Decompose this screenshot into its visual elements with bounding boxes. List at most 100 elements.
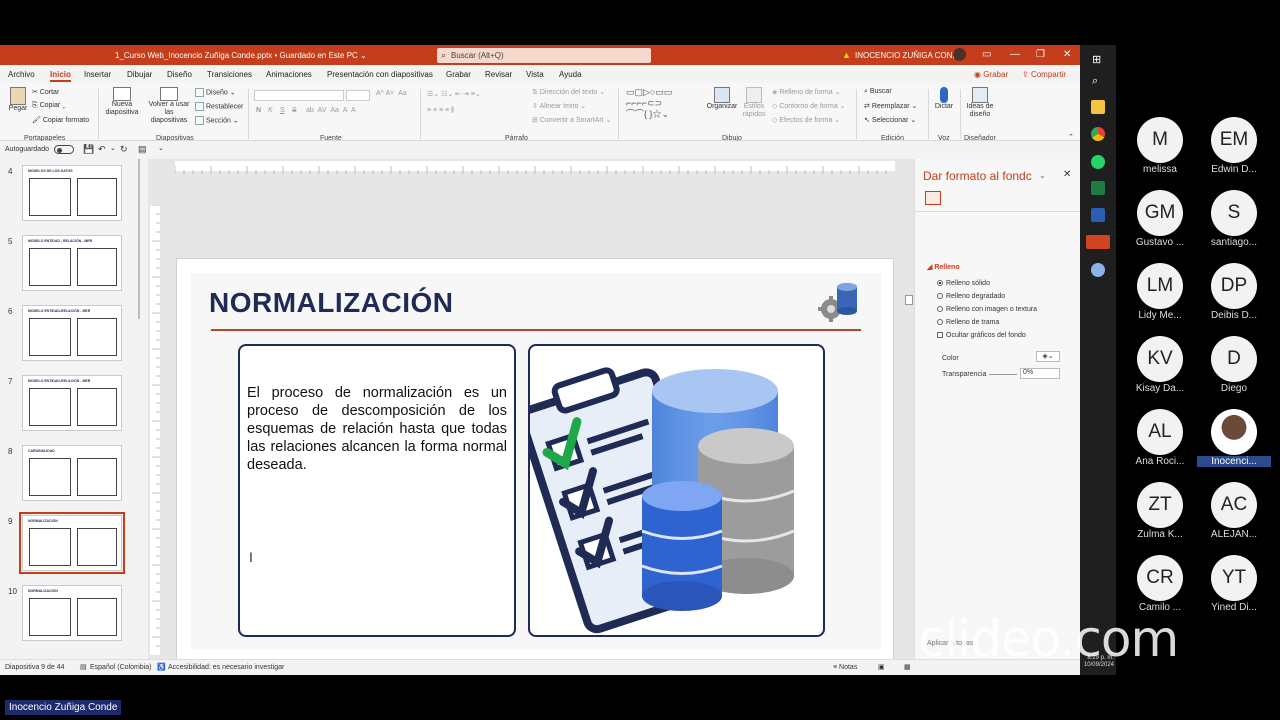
tab-insertar[interactable]: Insertar — [84, 70, 111, 79]
powerpoint-icon[interactable] — [1086, 235, 1110, 249]
font-name-combo[interactable] — [254, 90, 344, 101]
design-ideas-button[interactable]: Ideas de diseño — [964, 87, 996, 119]
list-buttons[interactable]: ☰⌄ ☷⌄ ⇤ ⇥ ≡⌄ — [427, 90, 481, 98]
spellcheck-icon[interactable]: ▤ — [80, 663, 87, 671]
participant-tile[interactable]: EM Edwin D... — [1197, 117, 1271, 175]
participant-tile[interactable]: Ssantiago... — [1197, 190, 1271, 248]
tab-vista[interactable]: Vista — [526, 70, 544, 79]
font-more-buttons[interactable]: ab AV Aa A A — [306, 107, 356, 114]
paste-button[interactable]: Pegar — [8, 87, 28, 112]
close-icon[interactable]: ✕ — [1063, 49, 1071, 60]
tab-transiciones[interactable]: Transiciones — [207, 70, 252, 79]
smartart-button[interactable]: ⊞ Convertir a SmartArt ⌄ — [532, 116, 611, 124]
user-avatar[interactable] — [953, 48, 966, 61]
body-text-box[interactable]: El proceso de normalización es un proces… — [238, 344, 516, 637]
accessibility-status[interactable]: Accesibilidad: es necesario investigar — [168, 664, 284, 671]
save-icon[interactable]: 💾 — [83, 144, 94, 155]
sorter-view-icon[interactable]: ▦ — [904, 663, 911, 671]
search-box[interactable]: ⌕ Buscar (Alt+Q) — [437, 48, 651, 63]
text-direction-button[interactable]: ⇅ Dirección del texto ⌄ — [532, 88, 605, 96]
participant-tile[interactable]: CR Camilo ... — [1123, 555, 1197, 613]
body-text[interactable]: El proceso de normalización es un proces… — [247, 384, 507, 474]
picture-fill-option[interactable]: Relleno con imagen o textura — [937, 306, 1037, 313]
font-size-combo[interactable] — [346, 90, 370, 101]
illustration-box[interactable] — [528, 344, 825, 637]
chrome-icon[interactable] — [1091, 127, 1105, 141]
pattern-fill-option[interactable]: Relleno de trama — [937, 319, 999, 326]
tab-revisar[interactable]: Revisar — [485, 70, 512, 79]
record-button[interactable]: ◉ Grabar — [974, 70, 1008, 79]
windows-start-icon[interactable]: ⊞ — [1092, 53, 1101, 66]
pane-close-icon[interactable]: ✕ — [1063, 169, 1071, 180]
collapse-ribbon-icon[interactable]: ⌃ — [1068, 133, 1074, 141]
pane-options-icon[interactable]: ⌄ — [1039, 171, 1046, 180]
tab-ayuda[interactable]: Ayuda — [559, 70, 582, 79]
search-icon[interactable]: ⌕ — [1092, 75, 1098, 88]
redo-icon[interactable]: ↻ — [120, 144, 128, 155]
align-text-button[interactable]: ⇳ Alinear texto ⌄ — [532, 102, 586, 110]
user-name[interactable]: INOCENCIO ZUÑIGA CONDE — [855, 51, 963, 60]
slide-title[interactable]: NORMALIZACIÓN — [209, 287, 453, 319]
quick-styles-button[interactable]: Estilos rápidos — [740, 87, 768, 119]
fill-bucket-icon[interactable] — [925, 191, 941, 205]
slide-thumbnail[interactable]: MODELOS DE LOS DATOS — [22, 165, 122, 221]
slide-canvas[interactable]: NORMALIZACIÓN El proceso de normalizació… — [176, 258, 894, 662]
undo-dropdown-icon[interactable]: ⌄ — [110, 144, 116, 152]
shape-outline-button[interactable]: ◇ Contorno de forma ⌄ — [772, 102, 846, 110]
transparency-input[interactable]: 0% — [1020, 368, 1060, 379]
section-button[interactable]: Sección ⌄ — [195, 116, 239, 125]
format-painter-button[interactable]: 🖌 Copiar formato — [32, 116, 89, 124]
warning-icon[interactable]: ▲ — [842, 50, 851, 60]
layout-button[interactable]: Diseño ⌄ — [195, 88, 236, 97]
copy-button[interactable]: ⎘ Copiar ⌄ — [32, 102, 65, 110]
font-size-buttons[interactable]: A^ A˅ Aa — [376, 90, 407, 97]
transparency-slider[interactable] — [989, 374, 1017, 375]
fill-section-header[interactable]: ◢ Relleno — [927, 263, 960, 271]
slide-thumbnail[interactable]: MODELO ENTIDAD-RELACIÓN - MER — [22, 305, 122, 361]
hide-graphics-checkbox[interactable]: Ocultar gráficos del fondo — [937, 332, 1026, 339]
underline-button[interactable]: S — [280, 107, 285, 114]
solid-fill-option[interactable]: Relleno sólido — [937, 280, 990, 287]
minimize-icon[interactable]: — — [1010, 49, 1020, 60]
participant-tile[interactable]: KV Kisay Da... — [1123, 336, 1197, 394]
shapes-gallery[interactable]: ▭▢▷○▭▭ ⌐⌐⌐⌐⊂⊃ ⌒⌒{ }☆⌄ — [626, 87, 702, 120]
participant-tile[interactable]: GM Gustavo ... — [1123, 190, 1197, 248]
accessibility-icon[interactable]: ♿ — [157, 663, 166, 671]
restore-icon[interactable]: ❐ — [1036, 49, 1045, 60]
participant-tile[interactable]: ZT Zulma K... — [1123, 482, 1197, 540]
bold-button[interactable]: N — [256, 107, 261, 114]
tab-animaciones[interactable]: Animaciones — [266, 70, 312, 79]
slide-thumbnail[interactable]: NORMALIZACIÓN — [22, 585, 122, 641]
slide-thumbnail[interactable]: MODELO ENTIDAD-RELACIÓN - MER — [22, 375, 122, 431]
language-label[interactable]: Español (Colombia) — [90, 664, 151, 671]
select-button[interactable]: ↖ Seleccionar ⌄ — [864, 116, 916, 124]
reset-button[interactable]: Restablecer — [195, 102, 243, 111]
tab-presentacion[interactable]: Presentación con diapositivas — [327, 70, 433, 79]
share-button[interactable]: ⇪ Compartir — [1022, 70, 1066, 79]
tab-diseno[interactable]: Diseño — [167, 70, 192, 79]
participant-tile[interactable]: LM Lidy Me... — [1123, 263, 1197, 321]
new-slide-button[interactable]: Nueva diapositiva — [104, 87, 140, 117]
replace-button[interactable]: ⇄ Reemplazar ⌄ — [864, 102, 917, 110]
slide-scroll-handle[interactable] — [905, 295, 913, 305]
dictate-button[interactable]: Dictar — [934, 87, 954, 110]
cut-button[interactable]: ✂ Cortar — [32, 88, 59, 96]
normal-view-icon[interactable]: ▣ — [878, 663, 885, 671]
find-button[interactable]: ⌕ Buscar — [864, 88, 892, 96]
color-picker-button[interactable]: ◈⌄ — [1036, 351, 1060, 362]
participant-tile[interactable]: AL Ana Roci... — [1123, 409, 1197, 467]
align-buttons[interactable]: ≡ ≡ ≡ ≡ ⫼ — [427, 107, 454, 115]
tab-dibujar[interactable]: Dibujar — [127, 70, 152, 79]
italic-button[interactable]: K — [268, 107, 273, 114]
gradient-fill-option[interactable]: Relleno degradado — [937, 293, 1005, 300]
participant-tile[interactable]: Mmelissa — [1123, 117, 1197, 175]
undo-icon[interactable]: ↶ — [98, 144, 106, 155]
tab-inicio[interactable]: Inicio — [50, 70, 71, 82]
tab-archivo[interactable]: Archivo — [8, 70, 35, 79]
slide-thumbnail[interactable]: NORMALIZACIÓN — [19, 512, 125, 574]
slide-thumbnail[interactable]: CARDINALIDAD — [22, 445, 122, 501]
participant-tile[interactable]: DP Deibis D... — [1197, 263, 1271, 321]
notes-button[interactable]: ≡ Notas — [833, 664, 857, 671]
reuse-slides-button[interactable]: Volver a usar las diapositivas — [146, 87, 192, 125]
participant-tile[interactable]: AC ALEJAN... — [1197, 482, 1271, 540]
